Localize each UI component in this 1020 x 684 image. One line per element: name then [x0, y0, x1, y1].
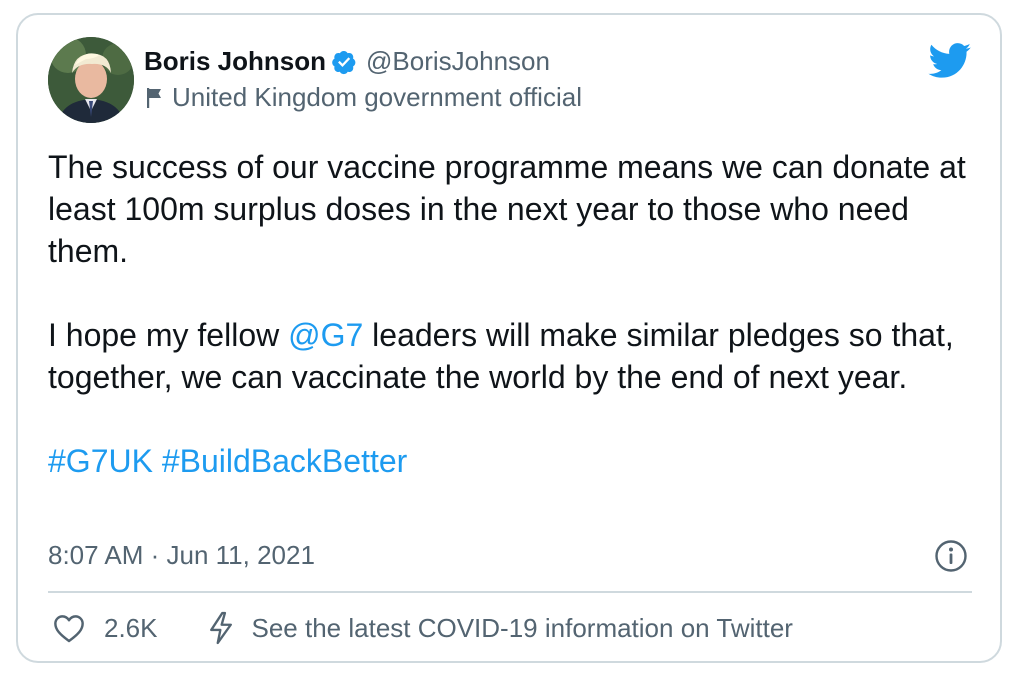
covid-info-text: See the latest COVID-19 information on T… — [251, 612, 793, 643]
government-label-row: United Kingdom government official — [144, 82, 582, 113]
verified-badge-icon — [332, 50, 356, 74]
lightning-bolt-icon — [209, 611, 232, 645]
tweet-card[interactable]: Boris Johnson @BorisJohnson United Kingd… — [16, 13, 1002, 663]
action-bar: 2.6K See the latest COVID-19 information… — [52, 611, 793, 645]
tweet-paragraph: I hope my fellow @G7 leaders will make s… — [48, 314, 988, 398]
like-button[interactable]: 2.6K — [52, 613, 158, 644]
avatar[interactable] — [48, 37, 134, 123]
twitter-bird-icon[interactable] — [928, 43, 972, 79]
mention-link-g7[interactable]: @G7 — [288, 317, 363, 353]
avatar-image — [48, 37, 134, 123]
tweet-body: The success of our vaccine programme mea… — [48, 146, 988, 482]
hashtag-link-g7uk[interactable]: #G7UK — [48, 443, 153, 479]
tweet-text-segment: I hope my fellow — [48, 317, 289, 353]
hashtag-link-buildbackbetter[interactable]: #BuildBackBetter — [162, 443, 407, 479]
info-icon[interactable] — [934, 539, 968, 573]
government-label: United Kingdom government official — [172, 82, 582, 112]
hashtag-row: #G7UK #BuildBackBetter — [48, 440, 988, 482]
flag-icon — [147, 87, 161, 108]
tweet-timestamp[interactable]: 8:07 AM · Jun 11, 2021 — [48, 540, 315, 571]
tweet-paragraph: The success of our vaccine programme mea… — [48, 149, 966, 269]
hashtag-separator — [153, 443, 162, 479]
heart-icon — [54, 615, 84, 643]
author-name-row: Boris Johnson @BorisJohnson — [144, 46, 550, 77]
covid-info-link[interactable]: See the latest COVID-19 information on T… — [158, 611, 793, 645]
author-display-name[interactable]: Boris Johnson — [144, 46, 326, 77]
like-count: 2.6K — [104, 612, 158, 643]
author-handle[interactable]: @BorisJohnson — [366, 46, 550, 77]
divider — [48, 591, 972, 593]
